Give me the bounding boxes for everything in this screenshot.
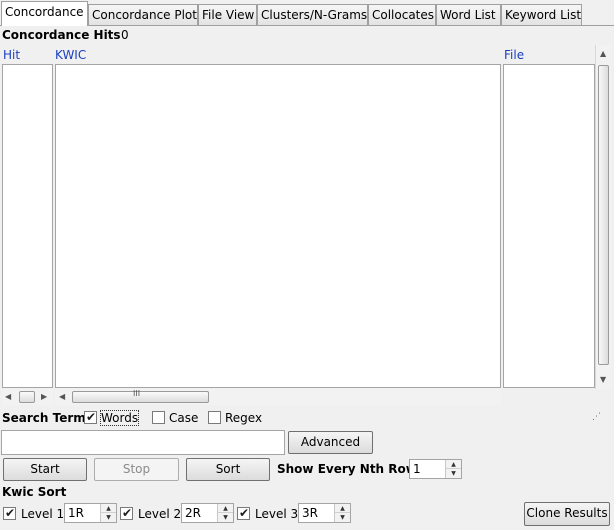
tab-file-view[interactable]: File View — [198, 4, 257, 26]
regex-checkbox[interactable] — [208, 411, 221, 424]
spin-up-icon[interactable]: ▲ — [218, 504, 233, 513]
show-every-nth-row-label: Show Every Nth Row — [277, 462, 417, 476]
column-header-file[interactable]: File — [504, 48, 524, 62]
level-2-checkbox[interactable]: ✔ — [120, 506, 133, 520]
level-1-spinner[interactable]: 1R ▲ ▼ — [64, 503, 117, 523]
level-1-checkbox[interactable]: ✔ — [3, 506, 16, 520]
vertical-scroll-thumb[interactable] — [598, 65, 609, 365]
kwic-panel[interactable] — [55, 64, 501, 388]
concordance-hits-count: 0 — [121, 28, 129, 42]
check-icon: ✔ — [86, 410, 97, 424]
words-checkbox[interactable]: ✔ — [84, 410, 97, 424]
check-icon: ✔ — [122, 506, 133, 520]
file-panel[interactable] — [503, 64, 595, 388]
search-term-label: Search Term — [2, 411, 86, 425]
case-checkbox[interactable] — [152, 411, 165, 424]
spin-down-icon[interactable]: ▼ — [335, 513, 350, 522]
scroll-left-icon[interactable]: ◀ — [59, 392, 65, 401]
stop-button[interactable]: Stop — [94, 458, 179, 481]
resize-grip-icon: ⋰ — [592, 412, 601, 422]
tab-word-list[interactable]: Word List — [436, 4, 501, 26]
sort-button[interactable]: Sort — [186, 458, 270, 481]
scroll-grip-icon: III — [133, 389, 141, 398]
regex-checkbox-label: Regex — [225, 411, 263, 425]
spin-up-icon[interactable]: ▲ — [446, 460, 461, 469]
level-3-checkbox[interactable]: ✔ — [237, 506, 250, 520]
words-checkbox-label: Words — [99, 410, 140, 426]
search-input[interactable] — [1, 430, 285, 455]
scroll-down-icon[interactable]: ▼ — [600, 375, 606, 384]
kwic-horizontal-scrollbar[interactable]: ◀ III — [55, 389, 501, 405]
level-3-label: Level 3 — [255, 507, 299, 521]
clone-results-button[interactable]: Clone Results — [524, 502, 610, 526]
tab-divider — [0, 25, 614, 26]
level-2-label: Level 2 — [138, 507, 182, 521]
level-1-value: 1R — [68, 506, 84, 520]
spin-down-icon[interactable]: ▼ — [446, 469, 461, 478]
tab-bar: Concordance Concordance Plot File View C… — [0, 0, 614, 26]
hit-horizontal-scroll-thumb[interactable] — [19, 391, 35, 403]
tab-concordance-plot[interactable]: Concordance Plot — [88, 4, 198, 26]
spin-up-icon[interactable]: ▲ — [101, 504, 116, 513]
check-icon: ✔ — [5, 506, 16, 520]
kwic-horizontal-scroll-thumb[interactable]: III — [72, 389, 209, 403]
spin-down-icon[interactable]: ▼ — [218, 513, 233, 522]
tab-collocates[interactable]: Collocates — [368, 4, 436, 26]
start-button[interactable]: Start — [3, 458, 87, 481]
level-2-value: 2R — [185, 506, 201, 520]
spin-down-icon[interactable]: ▼ — [101, 513, 116, 522]
scroll-up-icon[interactable]: ▲ — [600, 49, 606, 58]
level-2-spinner[interactable]: 2R ▲ ▼ — [181, 503, 234, 523]
level-3-value: 3R — [302, 506, 318, 520]
advanced-button[interactable]: Advanced — [288, 431, 373, 454]
case-checkbox-label: Case — [169, 411, 199, 425]
scroll-right-icon[interactable]: ▶ — [41, 392, 47, 401]
hit-panel[interactable] — [2, 64, 53, 388]
check-icon: ✔ — [239, 506, 250, 520]
spin-up-icon[interactable]: ▲ — [335, 504, 350, 513]
tab-concordance[interactable]: Concordance — [1, 1, 88, 26]
vertical-scrollbar[interactable]: ▲ ▼ — [595, 45, 611, 389]
column-header-hit[interactable]: Hit — [3, 48, 20, 62]
level-3-spinner[interactable]: 3R ▲ ▼ — [298, 503, 351, 523]
level-1-label: Level 1 — [21, 507, 65, 521]
concordance-hits-label: Concordance Hits — [2, 28, 121, 42]
column-header-kwic[interactable]: KWIC — [55, 48, 86, 62]
tab-clusters-ngrams[interactable]: Clusters/N-Grams — [257, 4, 368, 26]
scroll-left-icon[interactable]: ◀ — [5, 392, 11, 401]
tab-keyword-list[interactable]: Keyword List — [501, 4, 582, 26]
kwic-sort-label: Kwic Sort — [2, 485, 67, 499]
nth-row-spinner[interactable]: 1 ▲ ▼ — [409, 459, 462, 479]
hit-horizontal-scrollbar[interactable]: ◀ ▶ — [2, 389, 53, 405]
nth-row-value: 1 — [413, 462, 421, 476]
